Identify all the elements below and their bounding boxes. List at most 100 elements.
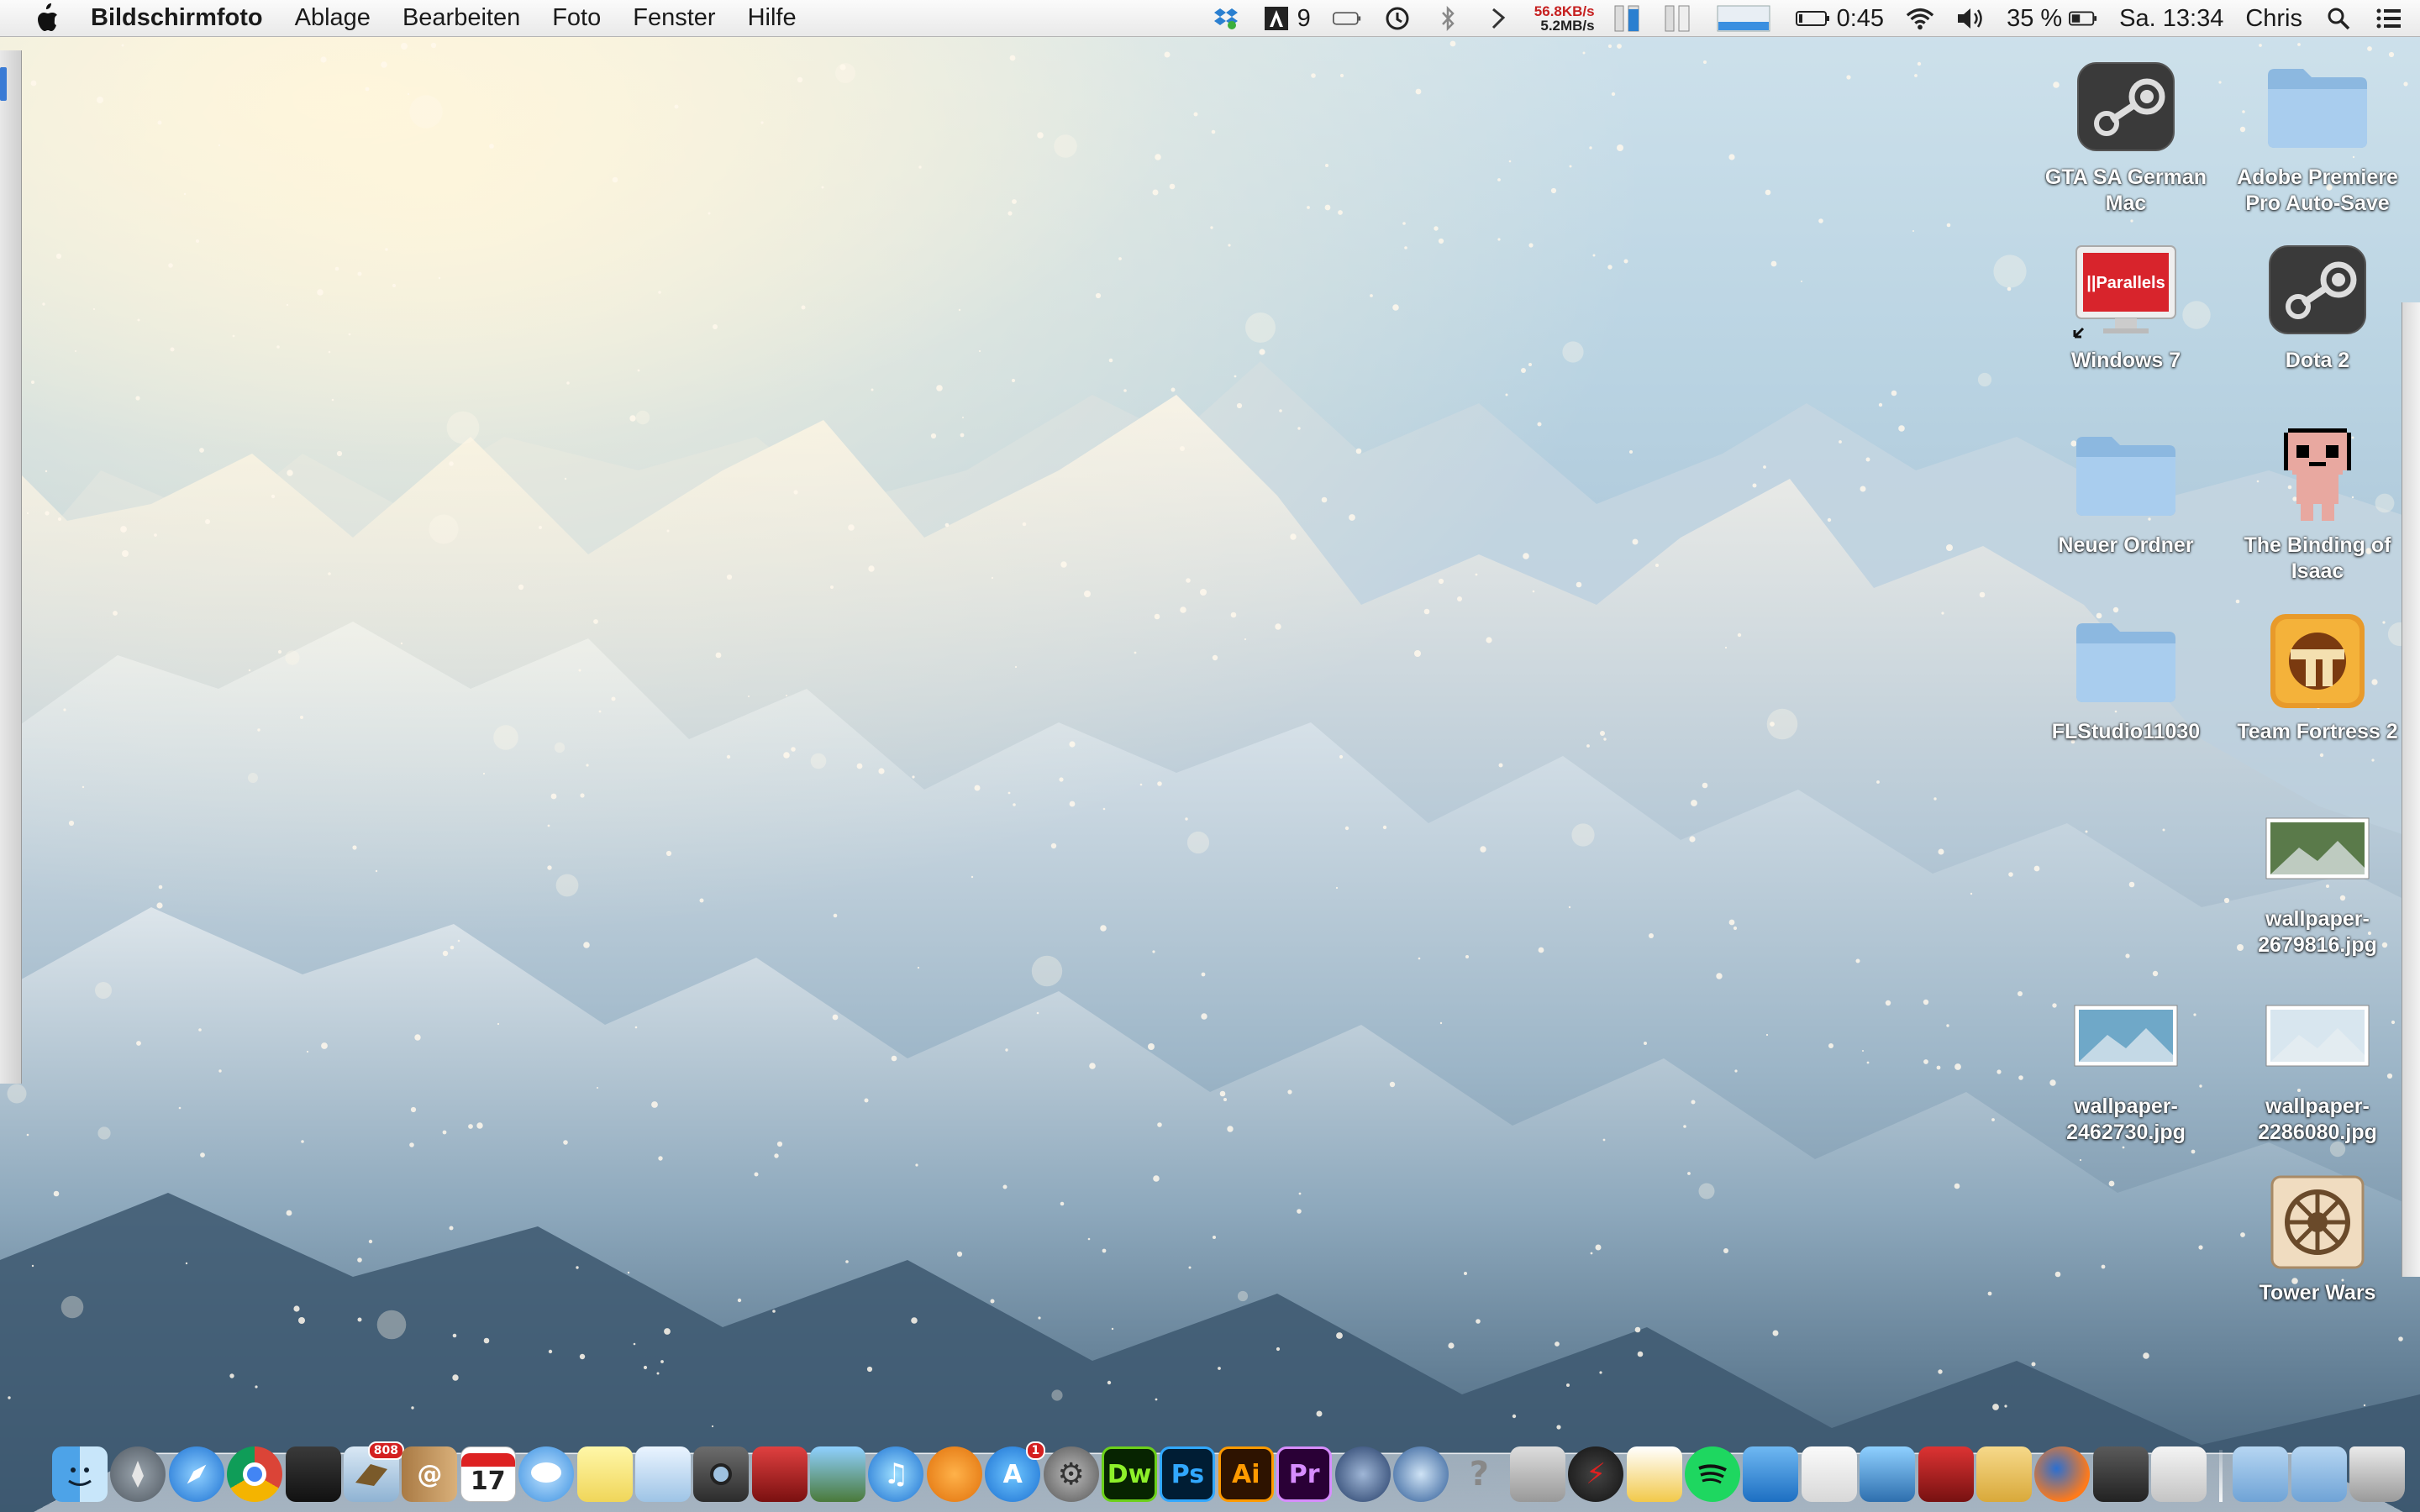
menu-fenster[interactable]: Fenster: [633, 4, 715, 32]
downloads-folder-dock-icon[interactable]: [2291, 1446, 2347, 1502]
desktop-icon-label: Adobe Premiere Pro Auto-Save: [2237, 165, 2398, 215]
network-speed-monitor[interactable]: 56.8KB/s 5.2MB/s: [1534, 4, 1595, 33]
messages-dock-icon[interactable]: [518, 1446, 575, 1502]
battery-percent-status[interactable]: 35 %: [2007, 0, 2097, 37]
desktop-icon-flstudio11030[interactable]: FLStudio11030: [2029, 606, 2223, 745]
current-user-name: Chris: [2245, 4, 2302, 32]
desktop-icon-adobe-premiere-pro-auto-save[interactable]: Adobe Premiere Pro Auto-Save: [2221, 52, 2414, 217]
photo-app-dock-icon[interactable]: [751, 1446, 808, 1502]
cinema4d-alt-dock-icon[interactable]: [1392, 1446, 1449, 1502]
menu-hilfe[interactable]: Hilfe: [748, 4, 797, 32]
premiere-dock-icon[interactable]: Pr: [1276, 1446, 1333, 1502]
applications-folder-dock-icon[interactable]: [2233, 1446, 2289, 1502]
adobe-update-count: 9: [1297, 4, 1311, 32]
photoshop-dock-icon[interactable]: Ps: [1160, 1446, 1216, 1502]
desktop-icon-tower-wars[interactable]: Tower Wars: [2221, 1168, 2414, 1306]
desktop-icon-label: Team Fortress 2: [2237, 720, 2398, 743]
desktop-icon-dota-2[interactable]: Dota 2: [2221, 235, 2414, 374]
contacts-dock-icon[interactable]: @: [402, 1446, 458, 1502]
dock: 808 @ 17 ♫ A 1 ⚙ Dw Ps Ai Pr ? ⚡: [52, 1435, 2408, 1502]
keynote-dock-icon[interactable]: [1743, 1446, 1799, 1502]
background-window-left-edge[interactable]: [0, 50, 22, 1084]
desktop-icon-label: GTA SA German Mac: [2044, 165, 2207, 215]
volume-status[interactable]: [1956, 0, 1985, 37]
desktop-icon-neuer-ordner[interactable]: Neuer Ordner: [2029, 420, 2223, 559]
bluetooth-status[interactable]: [1434, 0, 1462, 37]
desktop-icon-gta-sa-german-mac[interactable]: GTA SA German Mac: [2029, 52, 2223, 217]
menu-ablage[interactable]: Ablage: [295, 4, 371, 32]
desktop-icon-wallpaper-2286080-jpg[interactable]: wallpaper-2286080.jpg: [2221, 981, 2414, 1146]
tool-dock-icon[interactable]: [2151, 1446, 2207, 1502]
illustrator-dock-icon[interactable]: Ai: [1218, 1446, 1274, 1502]
safari-dock-icon[interactable]: [168, 1446, 224, 1502]
image-thumb-icon: [2263, 981, 2372, 1090]
desktop-icon-the-binding-of-isaac[interactable]: The Binding of Isaac: [2221, 420, 2414, 585]
desktop-icon-label: Dota 2: [2285, 349, 2350, 372]
apple-menu-icon[interactable]: [30, 2, 64, 35]
cpu-monitor[interactable]: [1714, 0, 1773, 37]
finder-dock-icon[interactable]: [52, 1446, 108, 1502]
desktop[interactable]: GTA SA German Mac Adobe Premiere Pro Auto…: [0, 0, 2420, 1512]
desktop-icon-wallpaper-2679816-jpg[interactable]: wallpaper-2679816.jpg: [2221, 794, 2414, 958]
notes-dock-icon[interactable]: [576, 1446, 633, 1502]
sync-status[interactable]: [1484, 0, 1512, 37]
time-machine-status[interactable]: [1383, 0, 1412, 37]
menu-foto[interactable]: Foto: [552, 4, 601, 32]
desktop-icon-label: FLStudio11030: [2051, 720, 2201, 743]
trash-dock-icon[interactable]: [2349, 1446, 2406, 1502]
cinema4d-dock-icon[interactable]: [1334, 1446, 1391, 1502]
desktop-icon-windows-7[interactable]: ||Parallels Windows 7: [2029, 235, 2223, 374]
dreamweaver-dock-icon[interactable]: Dw: [1102, 1446, 1158, 1502]
unknown-app-dock-icon[interactable]: ?: [1451, 1446, 1507, 1502]
iphoto-dock-icon[interactable]: [810, 1446, 866, 1502]
time-machine-icon: [1383, 6, 1412, 31]
steam-dock-icon[interactable]: [2092, 1446, 2149, 1502]
desktop-icon-wallpaper-2462730-jpg[interactable]: wallpaper-2462730.jpg: [2029, 981, 2223, 1146]
system-preferences-dock-icon[interactable]: ⚙: [1043, 1446, 1099, 1502]
desktop-icon-team-fortress-2[interactable]: Team Fortress 2: [2221, 606, 2414, 745]
game-dock-icon[interactable]: [1918, 1446, 1974, 1502]
user-menu[interactable]: Chris: [2245, 0, 2302, 37]
active-app-name[interactable]: Bildschirmfoto: [91, 4, 263, 32]
itunes-dock-icon[interactable]: ♫: [868, 1446, 924, 1502]
photo-booth-dock-icon[interactable]: [285, 1446, 341, 1502]
adobe-updates-status[interactable]: 9: [1262, 0, 1311, 37]
spotify-dock-icon[interactable]: [1684, 1446, 1740, 1502]
preview-dock-icon[interactable]: [634, 1446, 691, 1502]
firefox-dock-icon[interactable]: [2034, 1446, 2091, 1502]
memory-monitor[interactable]: [1613, 0, 1642, 37]
menu-bearbeiten[interactable]: Bearbeiten: [402, 4, 520, 32]
clock[interactable]: Sa. 13:34: [2119, 0, 2223, 37]
bluetooth-icon: [1434, 6, 1462, 31]
ibooks-dock-icon[interactable]: [926, 1446, 982, 1502]
screen-sharing-dock-icon[interactable]: [1860, 1446, 1916, 1502]
dropbox-status[interactable]: [1212, 0, 1240, 37]
app-store-dock-icon[interactable]: A 1: [985, 1441, 1046, 1502]
battery-small-icon: [2069, 6, 2097, 31]
battery-status[interactable]: 0:45: [1795, 0, 1884, 37]
menu-bar: Bildschirmfoto Ablage Bearbeiten Foto Fe…: [0, 0, 2420, 37]
text-editor-dock-icon[interactable]: [1626, 1446, 1682, 1502]
launchpad-dock-icon[interactable]: [110, 1446, 166, 1502]
image-thumb-icon: [2071, 981, 2181, 1090]
image-thumb-icon: [2263, 794, 2372, 903]
audio-app-dock-icon[interactable]: ⚡: [1568, 1446, 1624, 1502]
battery-alt-status[interactable]: [1332, 0, 1361, 37]
facetime-dock-icon[interactable]: [693, 1446, 750, 1502]
desktop-icon-label: wallpaper-2679816.jpg: [2258, 907, 2377, 957]
spotlight-button[interactable]: [2324, 0, 2353, 37]
chrome-dock-icon[interactable]: [227, 1446, 283, 1502]
wallpaper-mountains: [0, 0, 2420, 1512]
mail-dock-icon[interactable]: 808: [343, 1441, 404, 1502]
clock-time: Sa. 13:34: [2119, 4, 2224, 32]
window-accent: [0, 67, 7, 101]
calendar-dock-icon[interactable]: 17: [460, 1446, 516, 1502]
disk-monitor[interactable]: [1664, 0, 1692, 37]
wifi-status[interactable]: [1906, 0, 1934, 37]
steam-icon: [2263, 235, 2372, 344]
documents-dock-icon[interactable]: [1801, 1446, 1857, 1502]
notification-center-button[interactable]: [2375, 0, 2403, 37]
utility-dock-icon[interactable]: [1509, 1446, 1565, 1502]
archive-folder-dock-icon[interactable]: [1975, 1446, 2032, 1502]
folder-icon: [2263, 52, 2372, 161]
